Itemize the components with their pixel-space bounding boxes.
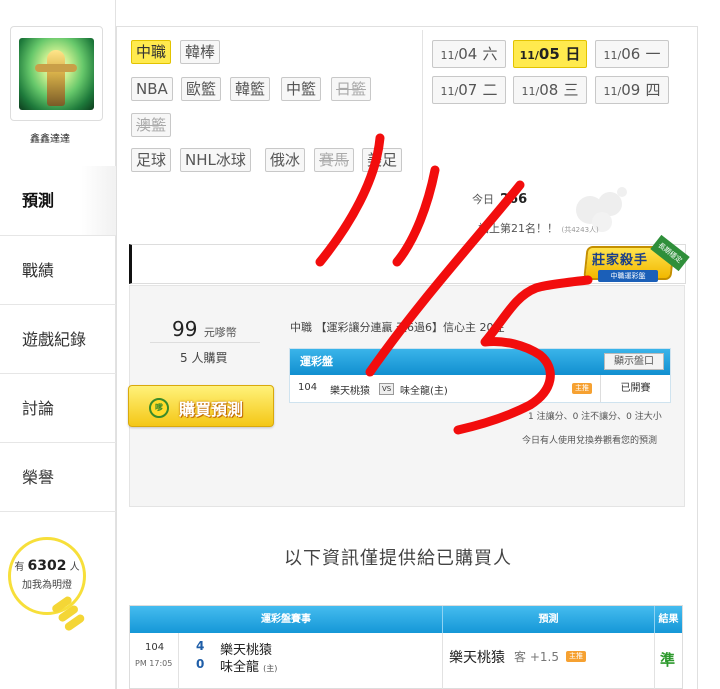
purchaser-only-notice: 以下資訊僅提供給已購買人 xyxy=(284,548,512,569)
vs-label: VS xyxy=(379,383,395,395)
sidebar-item-prediction[interactable]: 預測 xyxy=(0,166,116,235)
bookmaker-killer-badge: 莊家殺手 中職運彩盤 長期穩定 xyxy=(580,234,690,296)
tag-australia-basketball: 澳籃 xyxy=(131,113,172,137)
sidebar-item-record[interactable]: 戰績 xyxy=(0,235,116,304)
game-number: 104 xyxy=(298,382,318,393)
col-header-pick: 預測 xyxy=(442,606,654,633)
away-score: 4 xyxy=(196,639,205,653)
tag-euro-basketball[interactable]: 歐籃 xyxy=(181,77,222,101)
avatar-image xyxy=(19,38,94,110)
tag-russia-hockey[interactable]: 俄冰 xyxy=(265,148,306,172)
follow-prefix: 有 xyxy=(14,562,25,573)
result-game-time: PM 17:05 xyxy=(135,659,173,668)
main-pick-badge: 主推 xyxy=(572,383,592,394)
result-home-team: 味全龍 (主) xyxy=(220,660,278,675)
follow-label: 加我為明燈 xyxy=(22,580,72,591)
prediction-title: 中職 【運彩讓分連贏 天6過6】信心主 20注 xyxy=(290,321,505,334)
buy-prediction-button[interactable]: 嗲 購買預測 xyxy=(128,385,274,427)
tag-soccer[interactable]: 足球 xyxy=(131,148,172,172)
badge-subtitle: 中職運彩盤 xyxy=(598,270,658,282)
date-1105[interactable]: 11/05 日 xyxy=(513,40,587,68)
game-status: 已開賽 xyxy=(600,375,670,402)
rank-text: 站上第21名！！ (共4243人) xyxy=(478,222,599,235)
result-pick-line: 客 +1.5 xyxy=(514,650,559,664)
avatar[interactable] xyxy=(10,26,103,121)
result-value: 準 xyxy=(660,651,676,669)
date-1106[interactable]: 11/06 一 xyxy=(595,40,669,68)
prediction-summary: 1 注讓分、0 注不讓分、0 注大小 xyxy=(528,412,662,422)
home-score: 0 xyxy=(196,657,205,671)
show-odds-button[interactable]: 顯示盤口 xyxy=(604,353,664,370)
follow-count: 6302 xyxy=(27,558,67,574)
badge-title: 莊家殺手 xyxy=(592,253,649,268)
prediction-price: 99 元嗲幣 xyxy=(172,317,237,341)
sidebar-item-discussion[interactable]: 討論 xyxy=(0,373,116,442)
away-team: 樂天桃猿 xyxy=(330,386,370,397)
home-team: 味全龍(主) xyxy=(400,386,448,397)
prediction-table-header: 運彩盤 xyxy=(300,355,333,368)
prediction-table: 運彩盤 顯示盤口 104 樂天桃猿 VS 味全龍(主) 主推 已開賽 xyxy=(289,348,671,403)
date-1108[interactable]: 11/08 三 xyxy=(513,76,587,104)
follow-unit: 人 xyxy=(69,562,80,573)
date-1104[interactable]: 11/04 六 xyxy=(432,40,506,68)
tag-korea-basketball[interactable]: 韓籃 xyxy=(230,77,271,101)
result-game-number: 104 xyxy=(145,642,165,653)
col-header-result: 結果 xyxy=(654,606,682,633)
buyer-count: 5 人購買 xyxy=(180,351,228,365)
tag-kbo[interactable]: 韓棒 xyxy=(180,40,221,64)
tag-horse-racing: 賽馬 xyxy=(314,148,355,172)
tag-japan-basketball: 日籃 xyxy=(331,77,372,101)
date-1109[interactable]: 11/09 四 xyxy=(595,76,669,104)
sidebar-item-game-log[interactable]: 遊戲紀錄 xyxy=(0,304,116,373)
result-pick-team: 樂天桃猿 xyxy=(449,650,505,666)
prediction-note: 今日有人使用兌換券觀看您的預測 xyxy=(522,436,658,446)
result-main-pick-badge: 主推 xyxy=(566,651,586,662)
tag-nba[interactable]: NBA xyxy=(131,77,173,101)
tag-cpbl[interactable]: 中職 xyxy=(131,40,172,64)
tag-american-football[interactable]: 美足 xyxy=(362,148,403,172)
today-count: 今日 266 xyxy=(472,192,528,207)
coin-icon: 嗲 xyxy=(149,398,169,418)
table-row: 104 樂天桃猿 VS 味全龍(主) 主推 已開賽 xyxy=(290,375,670,402)
tag-china-basketball[interactable]: 中籃 xyxy=(281,77,322,101)
username: 鑫鑫達達 xyxy=(30,134,70,145)
tag-nhl[interactable]: NHL冰球 xyxy=(180,148,251,172)
results-table: 運彩盤賽事 預測 結果 xyxy=(129,605,683,689)
date-1107[interactable]: 11/07 二 xyxy=(432,76,506,104)
sidebar-item-honor[interactable]: 榮譽 xyxy=(0,442,116,511)
sidebar: 鑫鑫達達 預測 戰績 遊戲紀錄 討論 榮譽 有 6302 人 加我為明燈 xyxy=(0,0,116,689)
col-header-game: 運彩盤賽事 xyxy=(261,614,311,625)
